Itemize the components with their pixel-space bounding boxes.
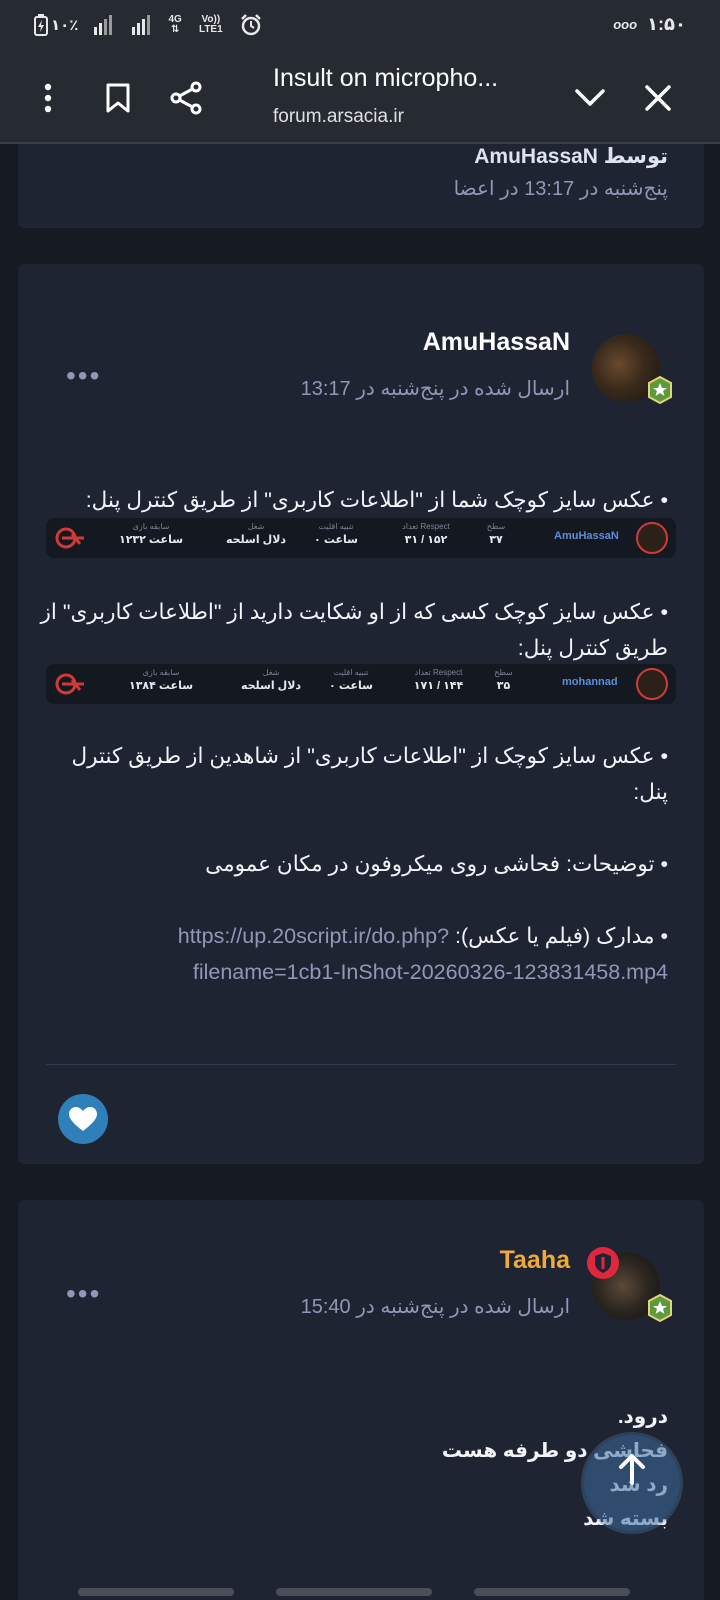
- post-body: درود. فحاشی دو طرفه هست رد شد بسته شد: [38, 1400, 668, 1536]
- post-item-4: • توضیحات: فحاشی روی میکروفون در مکان عم…: [205, 852, 668, 876]
- panel-username: mohannad: [562, 676, 618, 688]
- arrow-up-icon: [619, 1454, 645, 1485]
- nav-pill: [276, 1588, 432, 1596]
- panel-avatar: [636, 668, 668, 700]
- user-panel-image-2: سابقه بازی ۱۳۸۴ ساعت شغل دلال اسلحه تنبیه …: [46, 664, 676, 704]
- chevron-down-icon[interactable]: [566, 74, 614, 122]
- battery-text: ۱۰٪: [51, 17, 79, 34]
- battery-indicator: ۱۰٪: [34, 14, 78, 36]
- post-item-3: • عکس سایز کوچک از "اطلاعات کاربری" از ش…: [71, 744, 668, 804]
- post-card: AmuHassaN ارسال شده در پنج‌شنبه در 13:17…: [18, 264, 704, 1164]
- nav-pill: [474, 1588, 630, 1596]
- volte-indicator: Vo)) LTE1: [198, 14, 223, 35]
- browser-toolbar: Insult on micropho... forum.arsacia.ir: [0, 52, 720, 144]
- post-line: رد شد: [38, 1468, 668, 1502]
- scroll-to-top-button[interactable]: [584, 1435, 680, 1531]
- network-type: 4G ⇅: [168, 14, 182, 35]
- staff-shield-icon: [587, 1247, 619, 1279]
- rank-badge-icon: [648, 376, 672, 404]
- server-logo-icon: [55, 673, 84, 695]
- level-col: سطح ۳۵: [494, 668, 513, 692]
- nav-pill: [78, 1588, 234, 1596]
- post-item-2: • عکس سایز کوچک کسی که از او شکایت دارید…: [40, 600, 668, 660]
- level-col: سطح ۳۷: [486, 522, 506, 546]
- like-button[interactable]: [58, 1094, 108, 1144]
- play-time-col: سابقه بازی ۱۲۳۲ ساعت: [118, 522, 184, 546]
- ban-col: تنبیه اقلیت ۰ ساعت: [314, 522, 358, 546]
- post-author[interactable]: AmuHassaN: [423, 328, 570, 357]
- share-icon[interactable]: [162, 74, 210, 122]
- panel-avatar: [636, 522, 668, 554]
- server-logo-icon: [55, 527, 84, 549]
- post-line: بسته شد: [38, 1502, 668, 1536]
- post-author[interactable]: Taaha: [500, 1246, 570, 1275]
- status-left: ۱۰٪ 4G ⇅ Vo)) LTE1: [34, 14, 262, 36]
- heart-icon: [69, 1107, 97, 1131]
- play-time-col: سابقه بازی ۱۳۸۴ ساعت: [128, 668, 194, 692]
- post-card-2: Taaha ارسال شده در پنج‌شنبه در 15:40 •••…: [18, 1200, 704, 1600]
- clock: ۱:۵۰: [647, 14, 686, 34]
- previous-post-card: توسط AmuHassaN پنج‌شنبه در 13:17 در اعضا: [18, 144, 704, 228]
- status-bar: ۱۰٪ 4G ⇅ Vo)) LTE1 ooo ۱:۵۰: [0, 0, 720, 52]
- page-url[interactable]: forum.arsacia.ir: [273, 106, 404, 128]
- panel-username: AmuHassaN: [554, 530, 619, 542]
- respect-col: تعداد Respect ۳۱ / ۱۵۲: [402, 522, 450, 546]
- evidence-link[interactable]: https://up.20script.ir/do.php?: [178, 924, 449, 948]
- evidence-label: • مدارک (فیلم یا عکس):: [455, 924, 668, 948]
- signal-icon: [94, 15, 113, 35]
- oo-icon: ooo: [613, 17, 638, 32]
- post-item-1: • عکس سایز کوچک شما از "اطلاعات کاربری" …: [85, 488, 668, 512]
- user-panel-image: سابقه بازی ۱۲۳۲ ساعت شغل دلال اسلحه تنبیه …: [46, 518, 676, 558]
- rank-badge-icon: [648, 1294, 672, 1322]
- post-line: فحاشی دو طرفه هست: [441, 1440, 668, 1462]
- divider: [46, 1064, 676, 1065]
- alarm-icon: [240, 14, 261, 36]
- post-line: درود.: [617, 1406, 668, 1428]
- signal-icon-2: [132, 15, 151, 35]
- evidence-link-2[interactable]: filename=1cb1-InShot-20260326-123831458.…: [193, 960, 668, 984]
- more-vert-icon[interactable]: [24, 74, 72, 122]
- more-options-icon[interactable]: •••: [66, 360, 101, 392]
- page-title: Insult on micropho...: [273, 64, 499, 92]
- post-date: ارسال شده در پنج‌شنبه در 15:40: [300, 1296, 570, 1318]
- bookmark-icon[interactable]: [94, 74, 142, 122]
- topic-date-line: پنج‌شنبه در 13:17 در اعضا: [453, 178, 668, 200]
- post-item-5: • مدارک (فیلم یا عکس): https://up.20scri…: [38, 918, 668, 990]
- more-options-icon[interactable]: •••: [66, 1278, 101, 1310]
- topic-author-line[interactable]: توسط AmuHassaN: [474, 144, 668, 169]
- status-right: ooo ۱:۵۰: [613, 14, 686, 35]
- post-date: ارسال شده در پنج‌شنبه در 13:17: [300, 378, 570, 400]
- close-icon[interactable]: [634, 74, 682, 122]
